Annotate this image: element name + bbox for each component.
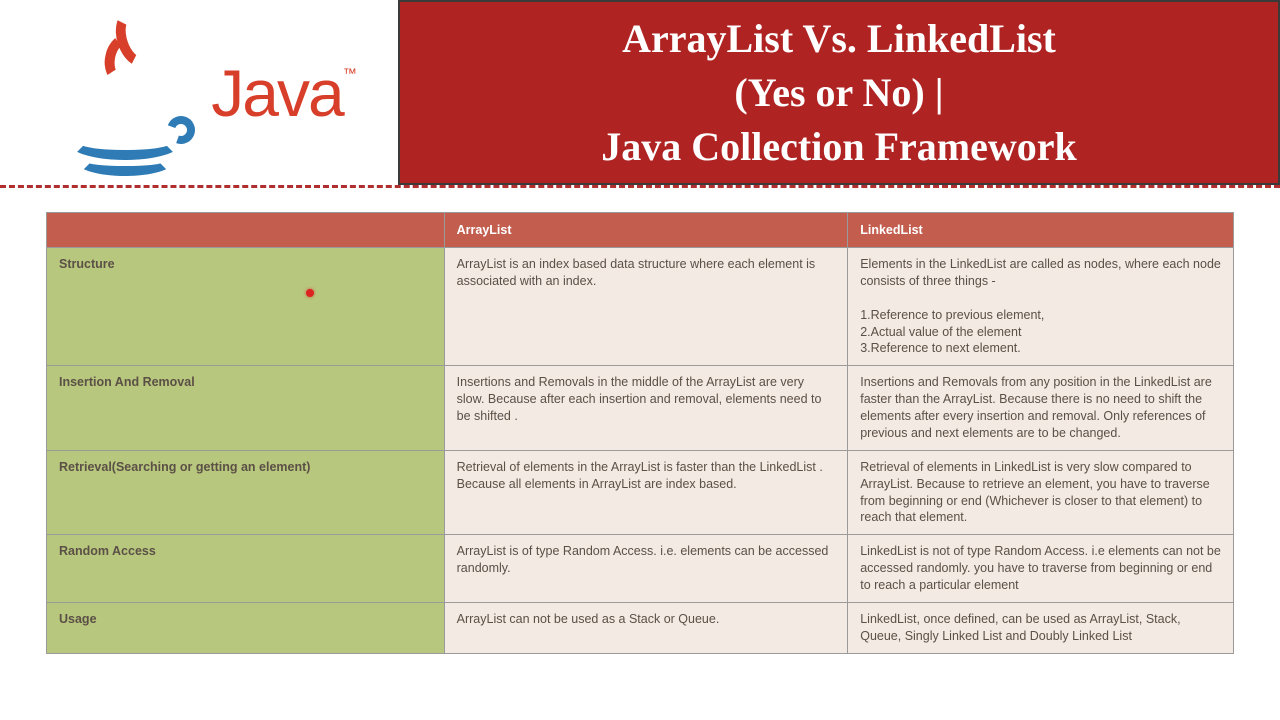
- linkedlist-cell: Elements in the LinkedList are called as…: [848, 248, 1234, 366]
- arraylist-cell: ArrayList is of type Random Access. i.e.…: [444, 535, 848, 603]
- arraylist-cell: Insertions and Removals in the middle of…: [444, 366, 848, 451]
- java-logo-area: Java™: [0, 0, 398, 185]
- java-logo-icon: [57, 8, 197, 178]
- row-label: Insertion And Removal: [47, 366, 445, 451]
- row-label: Retrieval(Searching or getting an elemen…: [47, 450, 445, 535]
- title-line-2: (Yes or No) |: [734, 66, 943, 120]
- row-label: Usage: [47, 602, 445, 653]
- linkedlist-cell: Retrieval of elements in LinkedList is v…: [848, 450, 1234, 535]
- java-logo-text: Java™: [211, 55, 356, 131]
- arraylist-cell: ArrayList is an index based data structu…: [444, 248, 848, 366]
- title-line-3: Java Collection Framework: [601, 120, 1076, 174]
- header-arraylist: ArrayList: [444, 213, 848, 248]
- title-line-1: ArrayList Vs. LinkedList: [622, 12, 1056, 66]
- arraylist-cell: Retrieval of elements in the ArrayList i…: [444, 450, 848, 535]
- title-panel: ArrayList Vs. LinkedList (Yes or No) | J…: [398, 0, 1280, 185]
- arraylist-cell: ArrayList can not be used as a Stack or …: [444, 602, 848, 653]
- table-row: Random AccessArrayList is of type Random…: [47, 535, 1234, 603]
- laser-pointer-dot: [306, 289, 314, 297]
- row-label: Random Access: [47, 535, 445, 603]
- header: Java™ ArrayList Vs. LinkedList (Yes or N…: [0, 0, 1280, 188]
- linkedlist-cell: LinkedList, once defined, can be used as…: [848, 602, 1234, 653]
- logo-word: Java: [211, 56, 342, 130]
- header-linkedlist: LinkedList: [848, 213, 1234, 248]
- linkedlist-cell: Insertions and Removals from any positio…: [848, 366, 1234, 451]
- header-blank: [47, 213, 445, 248]
- table-row: UsageArrayList can not be used as a Stac…: [47, 602, 1234, 653]
- table-row: Retrieval(Searching or getting an elemen…: [47, 450, 1234, 535]
- comparison-table: ArrayList LinkedList StructureArrayList …: [46, 212, 1234, 654]
- trademark-symbol: ™: [343, 65, 357, 81]
- table-row: Insertion And RemovalInsertions and Remo…: [47, 366, 1234, 451]
- content-area: ArrayList LinkedList StructureArrayList …: [0, 188, 1280, 654]
- table-header-row: ArrayList LinkedList: [47, 213, 1234, 248]
- row-label: Structure: [47, 248, 445, 366]
- linkedlist-cell: LinkedList is not of type Random Access.…: [848, 535, 1234, 603]
- table-row: StructureArrayList is an index based dat…: [47, 248, 1234, 366]
